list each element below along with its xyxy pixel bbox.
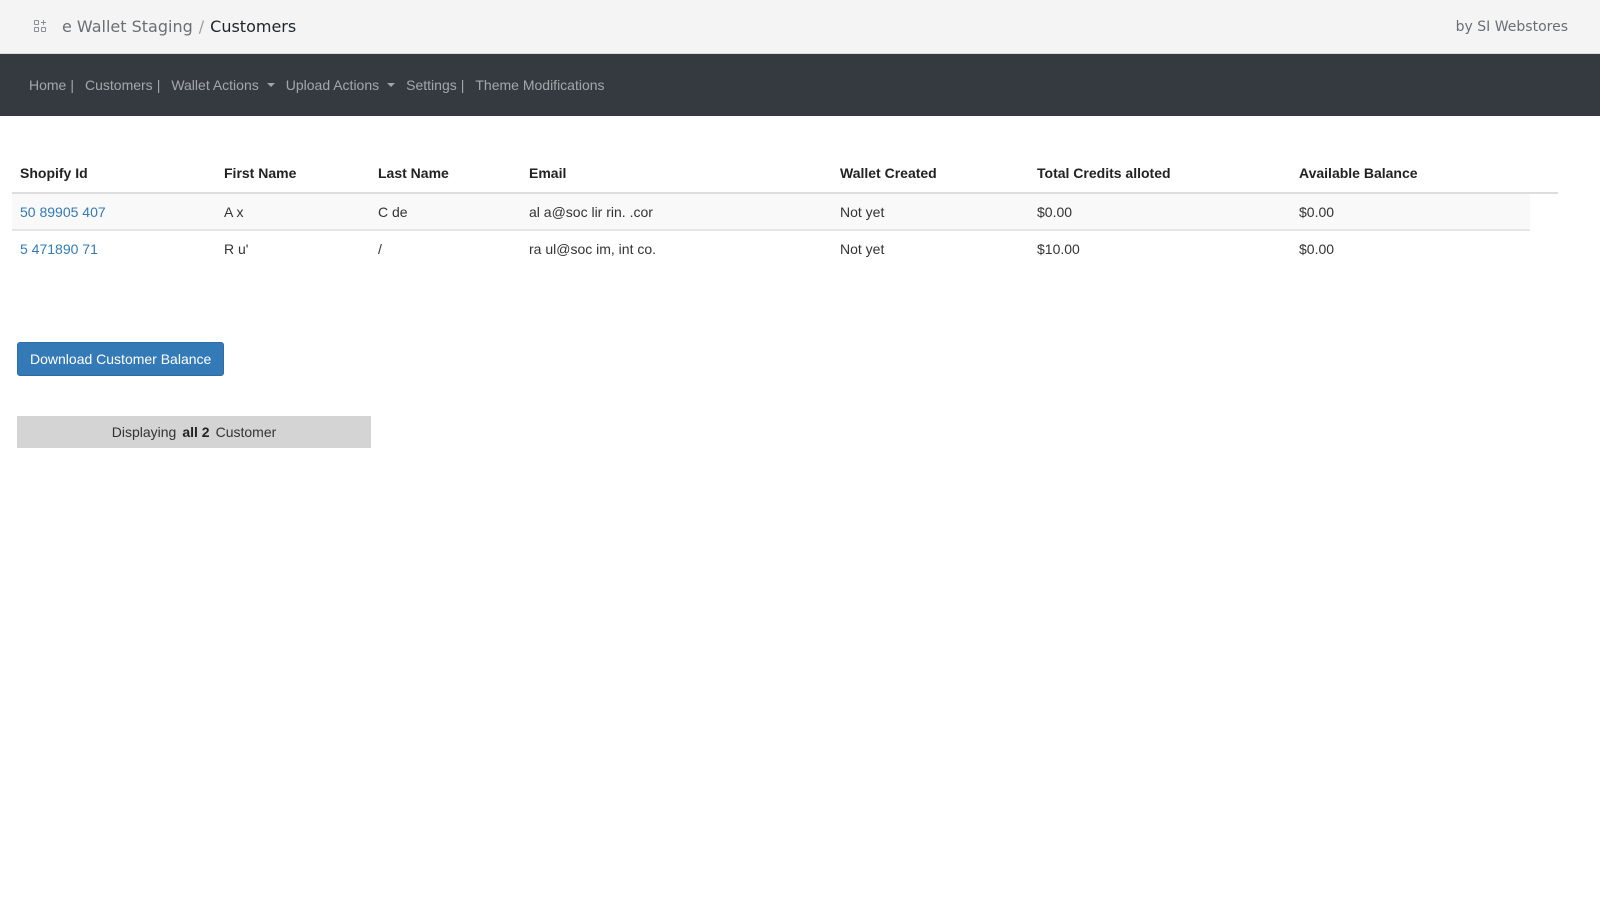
column-header-shopify-id[interactable]: Shopify Id (12, 154, 216, 194)
summary-prefix: Displaying (111, 424, 177, 440)
nav-upload-actions-dropdown[interactable]: Upload Actions (285, 77, 396, 93)
summary-count: all 2 (182, 424, 210, 440)
cell-last-name: C de (370, 193, 521, 231)
nav-settings[interactable]: Settings | (406, 77, 464, 93)
breadcrumb: e Wallet Staging / Customers (34, 17, 296, 36)
column-header-total-credits[interactable]: Total Credits alloted (1029, 154, 1291, 194)
nav-label: Theme Modifications (475, 77, 605, 93)
customers-table: Shopify Id First Name Last Name Email Wa… (12, 154, 1558, 267)
nav-label: Customers (85, 77, 153, 93)
nav-label: Home (29, 77, 67, 93)
customer-id-link[interactable]: 5 471890 71 (20, 241, 98, 257)
caret-down-icon (387, 83, 396, 87)
nav-separator: | (156, 77, 161, 93)
column-header-email[interactable]: Email (521, 154, 832, 194)
main-content: Shopify Id First Name Last Name Email Wa… (0, 116, 1600, 448)
cell-wallet-created: Not yet (832, 193, 1029, 231)
nav-label: Wallet Actions (171, 77, 259, 93)
summary-suffix: Customer (215, 424, 277, 440)
cell-available-balance: $0.00 (1291, 193, 1530, 231)
column-header-available-balance[interactable]: Available Balance (1291, 154, 1558, 194)
byline: by SI Webstores (1455, 18, 1568, 35)
nav-label: Settings (406, 77, 457, 93)
cell-first-name: R u' (224, 241, 249, 257)
download-customer-balance-button[interactable]: Download Customer Balance (17, 342, 225, 376)
nav-home[interactable]: Home | (29, 77, 74, 93)
nav-wallet-actions-dropdown[interactable]: Wallet Actions (171, 77, 275, 93)
cell-spacer (1530, 230, 1558, 267)
cell-first-name: A x (216, 193, 370, 231)
table-header-row: Shopify Id First Name Last Name Email Wa… (12, 154, 1558, 194)
cell-wallet-created: Not yet (840, 241, 885, 257)
nav-separator: | (70, 77, 74, 93)
customer-id-link[interactable]: 50 89905 407 (20, 204, 106, 220)
cell-spacer (1530, 193, 1558, 230)
nav-separator: | (460, 77, 465, 93)
nav-customers[interactable]: Customers | (85, 77, 160, 93)
cell-available-balance: $0.00 (1299, 241, 1335, 257)
cell-total-credits: $10.00 (1037, 241, 1080, 257)
cell-shopify-id: 50 89905 407 (12, 193, 216, 231)
nav-label: Upload Actions (285, 77, 380, 93)
column-header-wallet-created[interactable]: Wallet Created (832, 154, 1029, 194)
cell-shopify-id: 5 471890 71 (12, 230, 216, 267)
caret-down-icon (266, 83, 275, 87)
cell-email: al a@soc lir rin. .cor (521, 193, 832, 231)
main-nav: Home | Customers | Wallet Actions Upload… (0, 54, 1600, 116)
table-row: 50 89905 407 A x C de al a@soc lir rin. … (12, 193, 1558, 231)
breadcrumb-separator: / (198, 17, 205, 36)
column-header-last-name[interactable]: Last Name (370, 154, 521, 194)
nav-theme-modifications[interactable]: Theme Modifications (475, 77, 604, 93)
cell-email: ra ul@soc im, int co. (529, 241, 657, 257)
top-bar: e Wallet Staging / Customers by SI Webst… (0, 0, 1600, 54)
breadcrumb-current: Customers (210, 17, 297, 36)
column-header-first-name[interactable]: First Name (216, 154, 370, 194)
table-row: 5 471890 71 R u' / ra ul@soc im, int co.… (12, 230, 1558, 267)
breadcrumb-app[interactable]: e Wallet Staging (62, 17, 193, 36)
apps-add-icon[interactable] (34, 19, 48, 34)
pagination-summary: Displaying all 2 Customer (17, 416, 371, 448)
cell-last-name: / (378, 241, 382, 257)
cell-total-credits: $0.00 (1029, 193, 1291, 231)
